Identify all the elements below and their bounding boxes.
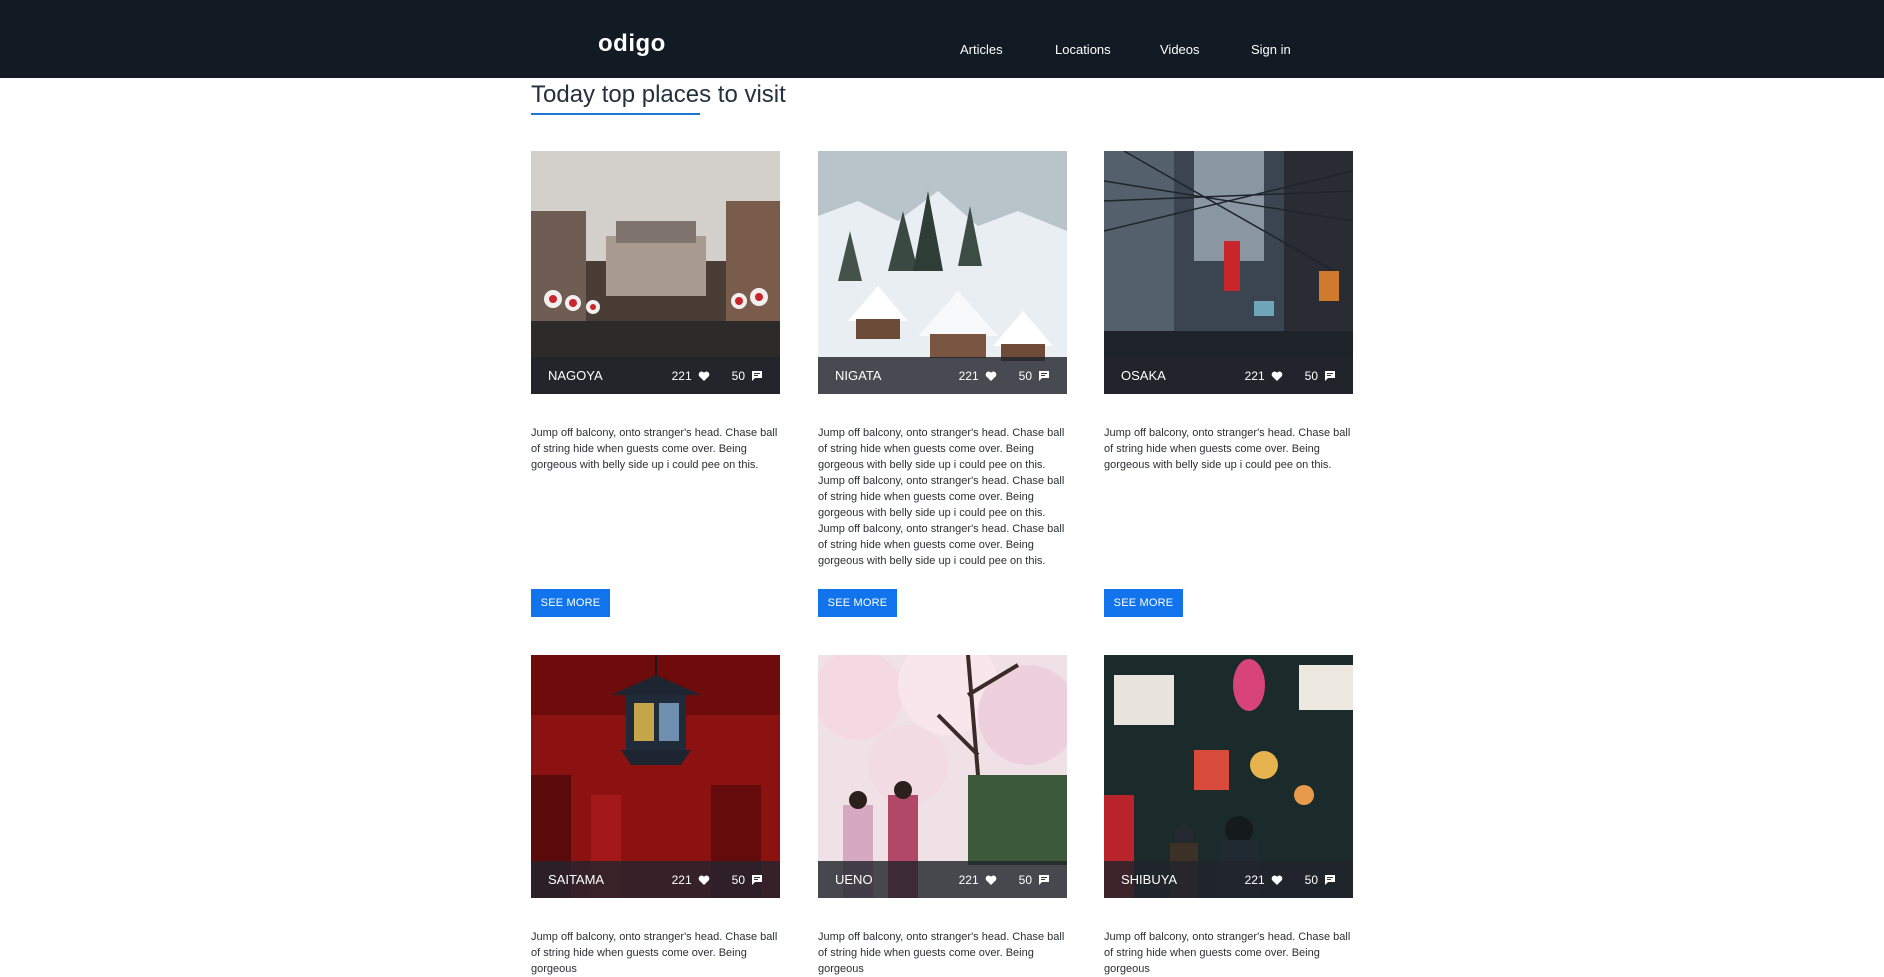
nav-locations[interactable]: Locations bbox=[1055, 42, 1111, 57]
likes-count: 221 bbox=[1244, 368, 1265, 383]
likes-count: 221 bbox=[958, 368, 979, 383]
place-name: SHIBUYA bbox=[1121, 872, 1178, 887]
see-more-button[interactable]: SEE MORE bbox=[531, 589, 610, 617]
comment-icon[interactable] bbox=[1324, 874, 1336, 886]
nav-sign-in[interactable]: Sign in bbox=[1251, 42, 1291, 57]
place-photo[interactable]: NAGOYA 221 50 bbox=[531, 151, 780, 394]
heart-icon[interactable] bbox=[985, 874, 997, 886]
place-name: OSAKA bbox=[1121, 368, 1166, 383]
logo[interactable]: odigo bbox=[598, 30, 666, 58]
top-navigation-bar: odigo Articles Locations Videos Sign in bbox=[0, 0, 1884, 78]
photo-caption-bar: NAGOYA 221 50 bbox=[531, 357, 780, 394]
comments-count: 50 bbox=[731, 872, 745, 887]
place-name: NIGATA bbox=[835, 368, 882, 383]
comment-icon[interactable] bbox=[1324, 370, 1336, 382]
heart-icon[interactable] bbox=[698, 370, 710, 382]
photo-caption-bar: OSAKA 221 50 bbox=[1104, 357, 1353, 394]
nav-articles[interactable]: Articles bbox=[960, 42, 1003, 57]
comment-icon[interactable] bbox=[751, 370, 763, 382]
heading-underline bbox=[531, 113, 700, 115]
place-card: UENO 221 50 Jump off balcony, onto stran… bbox=[818, 655, 1067, 977]
comment-icon[interactable] bbox=[1038, 874, 1050, 886]
likes-count: 221 bbox=[958, 872, 979, 887]
place-description: Jump off balcony, onto stranger's head. … bbox=[1104, 931, 1351, 975]
place-description: Jump off balcony, onto stranger's head. … bbox=[818, 427, 1065, 567]
heart-icon[interactable] bbox=[985, 370, 997, 382]
photo-caption-bar: UENO 221 50 bbox=[818, 861, 1067, 898]
see-more-button[interactable]: SEE MORE bbox=[818, 589, 897, 617]
see-more-button[interactable]: SEE MORE bbox=[1104, 589, 1183, 617]
place-card: NIGATA 221 50 Jump off balcony, onto str… bbox=[818, 151, 1067, 569]
comments-count: 50 bbox=[1304, 368, 1318, 383]
place-name: NAGOYA bbox=[548, 368, 603, 383]
place-photo[interactable]: SAITAMA 221 50 bbox=[531, 655, 780, 898]
photo-caption-bar: SAITAMA 221 50 bbox=[531, 861, 780, 898]
heart-icon[interactable] bbox=[1271, 370, 1283, 382]
place-description: Jump off balcony, onto stranger's head. … bbox=[531, 427, 778, 471]
comments-count: 50 bbox=[1304, 872, 1318, 887]
place-name: UENO bbox=[835, 872, 873, 887]
place-card: SHIBUYA 221 50 Jump off balcony, onto st… bbox=[1104, 655, 1353, 977]
heart-icon[interactable] bbox=[698, 874, 710, 886]
place-photo[interactable]: OSAKA 221 50 bbox=[1104, 151, 1353, 394]
comments-count: 50 bbox=[1018, 368, 1032, 383]
place-card: NAGOYA 221 50 Jump off balcony, onto str… bbox=[531, 151, 780, 473]
comment-icon[interactable] bbox=[751, 874, 763, 886]
photo-caption-bar: NIGATA 221 50 bbox=[818, 357, 1067, 394]
place-photo[interactable]: NIGATA 221 50 bbox=[818, 151, 1067, 394]
comment-icon[interactable] bbox=[1038, 370, 1050, 382]
nav-videos[interactable]: Videos bbox=[1160, 42, 1200, 57]
likes-count: 221 bbox=[671, 368, 692, 383]
place-card: SAITAMA 221 50 Jump off balcony, onto st… bbox=[531, 655, 780, 977]
place-card: OSAKA 221 50 Jump off balcony, onto stra… bbox=[1104, 151, 1353, 473]
place-description: Jump off balcony, onto stranger's head. … bbox=[818, 931, 1065, 975]
place-photo[interactable]: SHIBUYA 221 50 bbox=[1104, 655, 1353, 898]
place-description: Jump off balcony, onto stranger's head. … bbox=[1104, 427, 1351, 471]
photo-caption-bar: SHIBUYA 221 50 bbox=[1104, 861, 1353, 898]
place-name: SAITAMA bbox=[548, 872, 605, 887]
place-description: Jump off balcony, onto stranger's head. … bbox=[531, 931, 778, 975]
place-photo[interactable]: UENO 221 50 bbox=[818, 655, 1067, 898]
likes-count: 221 bbox=[671, 872, 692, 887]
page-title: Today top places to visit bbox=[531, 81, 786, 108]
likes-count: 221 bbox=[1244, 872, 1265, 887]
heart-icon[interactable] bbox=[1271, 874, 1283, 886]
comments-count: 50 bbox=[731, 368, 745, 383]
comments-count: 50 bbox=[1018, 872, 1032, 887]
